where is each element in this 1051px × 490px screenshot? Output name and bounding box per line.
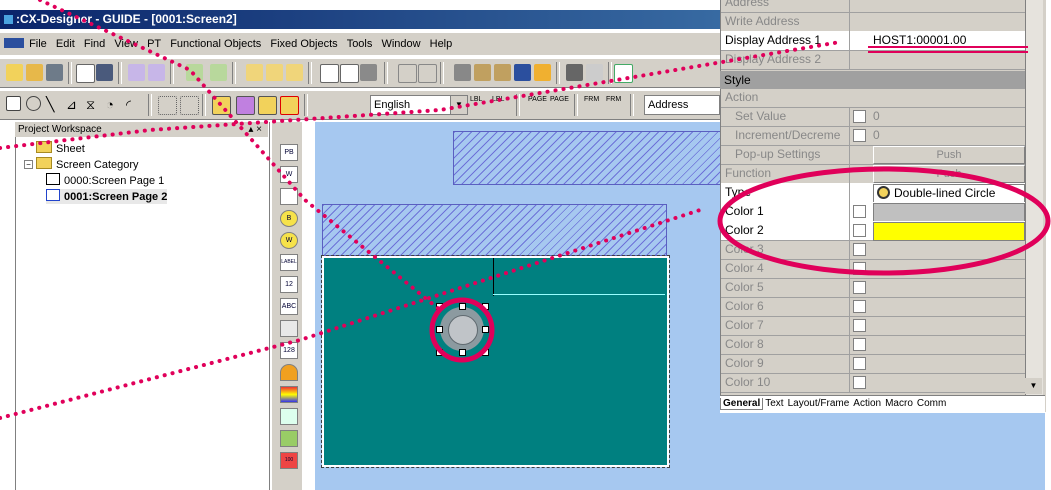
dotted-callout-line [0,208,702,420]
highlight-circle [429,297,495,363]
annotation-overlay [0,0,1051,420]
highlight-ellipse [717,166,1051,276]
dotted-callout-line [38,0,442,312]
dotted-callout-line [0,40,842,150]
